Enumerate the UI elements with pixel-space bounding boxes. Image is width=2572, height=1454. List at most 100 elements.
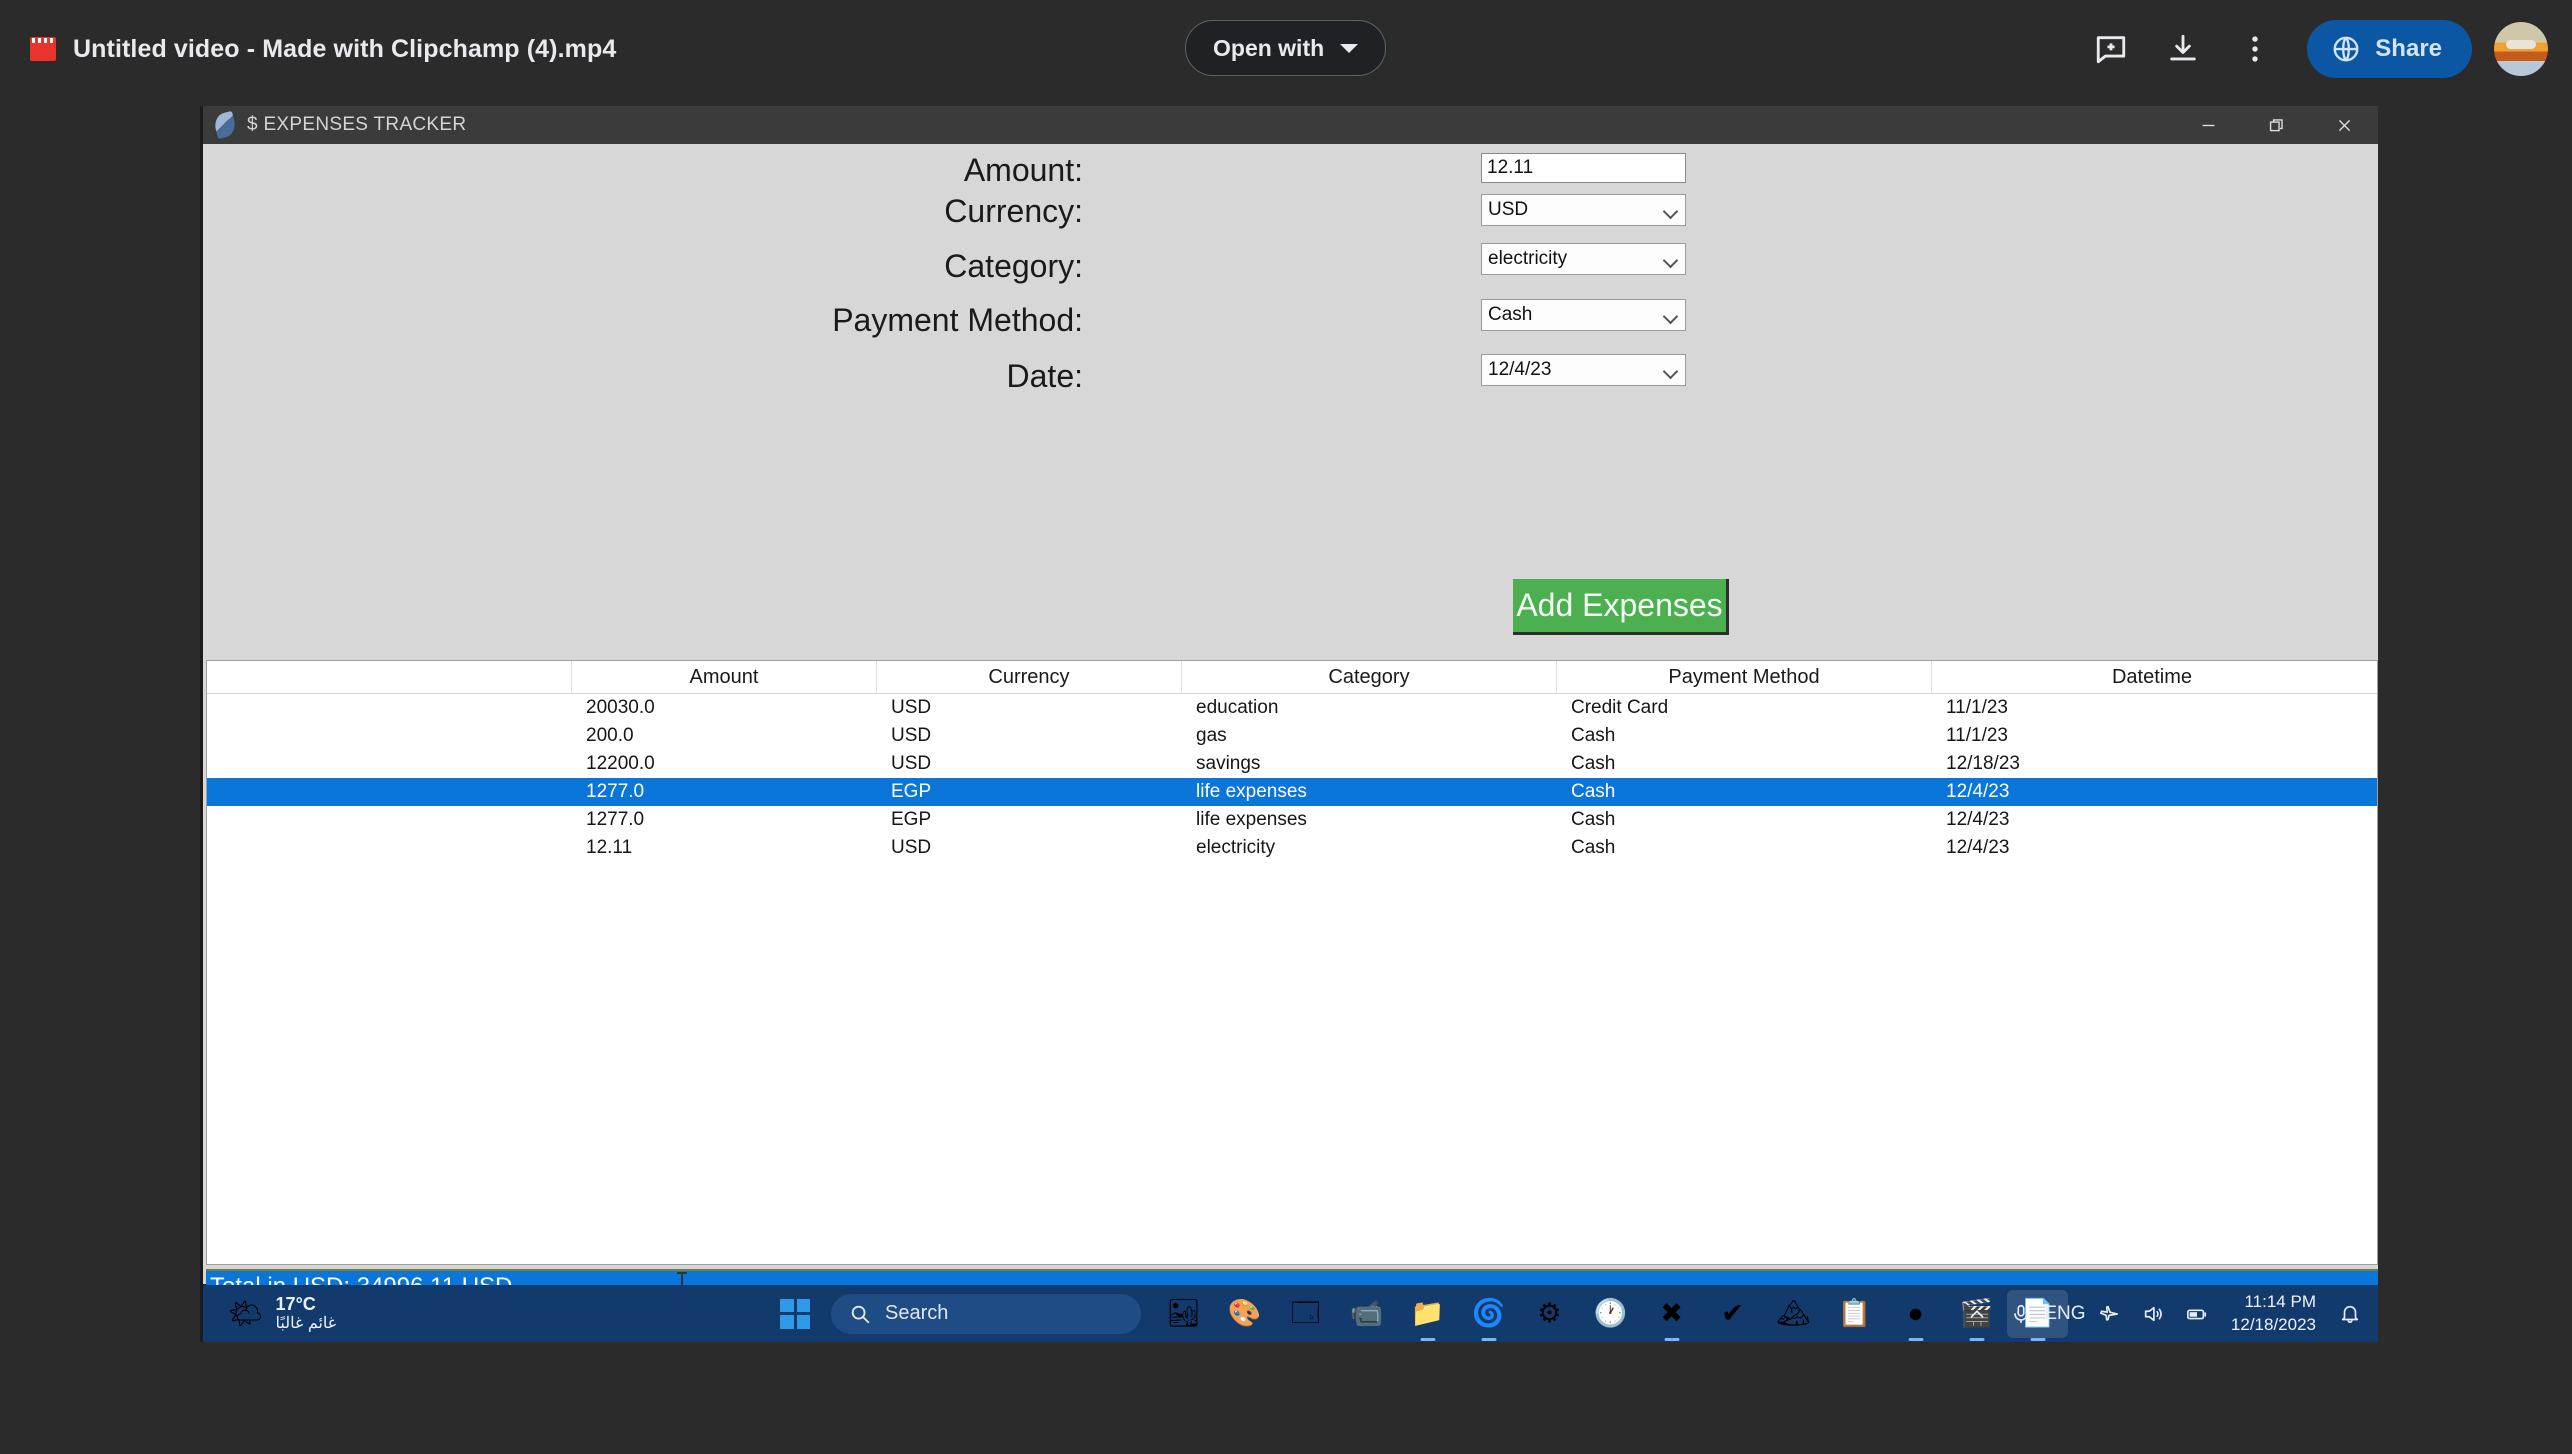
share-label: Share	[2375, 35, 2442, 62]
table-cell-datetime: 12/4/23	[1946, 781, 2010, 802]
column-header-datetime[interactable]: Datetime	[1932, 661, 2372, 694]
table-cell-category: life expenses	[1196, 781, 1307, 802]
drive-actions: Share	[2075, 0, 2548, 98]
table-cell-amount: 20030.0	[586, 697, 655, 718]
chevron-down-icon	[1662, 203, 1679, 220]
file-identity: Untitled video - Made with Clipchamp (4)…	[30, 0, 616, 98]
table-cell-currency: USD	[891, 753, 932, 774]
form-row-amount: Amount:	[203, 152, 2378, 192]
windows-taskbar: 🌤 17°C غائم غالبًا Search 🏜 🎨 🗔 📹 📁 🌀 ⚙ 🕐 ✖ ✔ 🏔 📋 ● 🎬…	[203, 1285, 2378, 1342]
table-cell-amount: 12200.0	[586, 753, 655, 774]
chevron-down-icon	[1662, 363, 1679, 380]
form-row-category: Category: electricity	[203, 243, 2378, 288]
category-value: electricity	[1488, 248, 1568, 269]
add-expenses-button[interactable]: Add Expenses	[1513, 579, 1729, 635]
table-body: 20030.0 USD education Credit Card 11/1/23 200…	[207, 694, 2377, 862]
file-explorer-icon-glyph: 📁	[1410, 1298, 1445, 1328]
payment-method-select[interactable]: Cash	[1481, 299, 1686, 331]
share-button[interactable]: Share	[2307, 20, 2472, 78]
clock-date[interactable]: 11:14 PM 12/18/2023	[2219, 1291, 2328, 1335]
weather-widget[interactable]: 🌤 17°C غائم غالبًا	[228, 1291, 336, 1337]
currency-select[interactable]: USD	[1481, 194, 1686, 226]
payment-method-value: Cash	[1488, 304, 1533, 325]
copilot-pro-icon-glyph: 🎨	[1227, 1298, 1262, 1328]
table-row[interactable]: 1277.0 EGP life expenses Cash 12/4/23	[207, 778, 2377, 806]
photos-icon-glyph: 🏔	[1776, 1298, 1811, 1328]
table-row[interactable]: 12200.0 USD savings Cash 12/18/23	[207, 750, 2377, 778]
github-icon[interactable]: ●	[1885, 1290, 1946, 1338]
form-row-date: Date: 12/4/23	[203, 354, 2378, 398]
close-icon[interactable]	[2310, 106, 2378, 144]
column-header-amount[interactable]: Amount	[572, 661, 877, 694]
table-row[interactable]: 20030.0 USD education Credit Card 11/1/23	[207, 694, 2377, 722]
table-cell-currency: EGP	[891, 809, 932, 830]
expense-form: Amount: Currency: USD Category	[203, 144, 2378, 479]
more-options-icon[interactable]	[2219, 13, 2291, 85]
table-cell-currency: USD	[891, 697, 932, 718]
column-header-currency[interactable]: Currency	[877, 661, 1182, 694]
amount-input[interactable]	[1481, 153, 1686, 183]
column-header-payment-method[interactable]: Payment Method	[1557, 661, 1932, 694]
table-row[interactable]: 12.11 USD electricity Cash 12/4/23	[207, 834, 2377, 862]
form-row-payment-method: Payment Method: Cash	[203, 299, 2378, 342]
file-explorer-icon[interactable]: 📁	[1397, 1290, 1458, 1338]
tray-date: 12/18/2023	[2230, 1314, 2316, 1334]
table-cell-tree	[207, 750, 572, 778]
weather-temperature: 17°C	[275, 1294, 316, 1315]
teams-icon[interactable]: 🗔	[1275, 1290, 1336, 1338]
language-indicator[interactable]: ENG	[2043, 1290, 2087, 1338]
taskbar-center: Search 🏜 🎨 🗔 📹 📁 🌀 ⚙ 🕐 ✖ ✔ 🏔 📋 ● 🎬 📄	[780, 1285, 2068, 1342]
notepad-icon[interactable]: 📋	[1824, 1290, 1885, 1338]
minimize-icon[interactable]	[2174, 106, 2242, 144]
download-icon[interactable]	[2147, 13, 2219, 85]
copilot-pro-icon[interactable]: 🎨	[1214, 1290, 1275, 1338]
add-comment-icon[interactable]	[2075, 13, 2147, 85]
restore-icon[interactable]	[2242, 106, 2310, 144]
avatar[interactable]	[2494, 22, 2548, 76]
battery-icon[interactable]	[2175, 1290, 2219, 1338]
microsoft-edge-icon[interactable]: 🌀	[1458, 1290, 1519, 1338]
table-row[interactable]: 1277.0 EGP life expenses Cash 12/4/23	[207, 806, 2377, 834]
start-button[interactable]	[780, 1298, 810, 1329]
video-playback-frame[interactable]: $ EXPENSES TRACKER Amount: 12.11 Currenc…	[200, 106, 2378, 1342]
table-row[interactable]: 200.0 USD gas Cash 11/1/23	[207, 722, 2377, 750]
meet-camera-icon-glyph: 📹	[1349, 1298, 1384, 1328]
category-select[interactable]: electricity	[1481, 243, 1686, 275]
date-select[interactable]: 12/4/23	[1481, 354, 1686, 386]
window-titlebar[interactable]: $ EXPENSES TRACKER	[203, 106, 2378, 144]
table-cell-datetime: 12/4/23	[1946, 809, 2010, 830]
python-feather-icon	[212, 110, 238, 140]
table-cell-tree	[207, 722, 572, 750]
table-cell-datetime: 12/18/23	[1946, 753, 2020, 774]
clock-icon[interactable]: 🕐	[1580, 1290, 1641, 1338]
table-cell-currency: USD	[891, 725, 932, 746]
volume-icon[interactable]	[2131, 1290, 2175, 1338]
table-cell-payment: Cash	[1571, 781, 1616, 802]
microphone-icon[interactable]	[1999, 1290, 2043, 1338]
todo-check-icon[interactable]: ✔	[1702, 1290, 1763, 1338]
file-title: Untitled video - Made with Clipchamp (4)…	[73, 34, 617, 63]
table-cell-payment: Cash	[1571, 725, 1616, 746]
taskbar-app-list: 🏜 🎨 🗔 📹 📁 🌀 ⚙ 🕐 ✖ ✔ 🏔 📋 ● 🎬 📄	[1153, 1289, 2068, 1338]
meet-camera-icon[interactable]: 📹	[1336, 1290, 1397, 1338]
chevron-down-icon	[1662, 252, 1679, 269]
chevron-up-icon[interactable]	[1955, 1290, 1999, 1338]
tray-time: 11:14 PM	[2244, 1292, 2316, 1312]
table-cell-currency: USD	[891, 837, 932, 858]
table-cell-tree	[207, 778, 572, 806]
column-header-category[interactable]: Category	[1182, 661, 1557, 694]
task-view-button[interactable]: 🏜	[1153, 1290, 1214, 1338]
column-header-tree[interactable]	[207, 661, 572, 694]
table-cell-payment: Cash	[1571, 753, 1616, 774]
vs-code-icon[interactable]: ✖	[1641, 1290, 1702, 1338]
notification-bell-icon[interactable]	[2328, 1290, 2372, 1338]
notepad-icon-glyph: 📋	[1837, 1298, 1872, 1328]
open-with-button[interactable]: Open with	[1185, 20, 1387, 76]
clock-icon-glyph: 🕐	[1593, 1298, 1628, 1328]
search-input[interactable]: Search	[831, 1293, 1141, 1334]
table-cell-amount: 12.11	[586, 837, 633, 858]
settings-gear-icon[interactable]: ⚙	[1519, 1290, 1580, 1338]
photos-icon[interactable]: 🏔	[1763, 1290, 1824, 1338]
table-cell-category: life expenses	[1196, 809, 1307, 830]
airplane-mode-icon[interactable]	[2087, 1290, 2131, 1338]
